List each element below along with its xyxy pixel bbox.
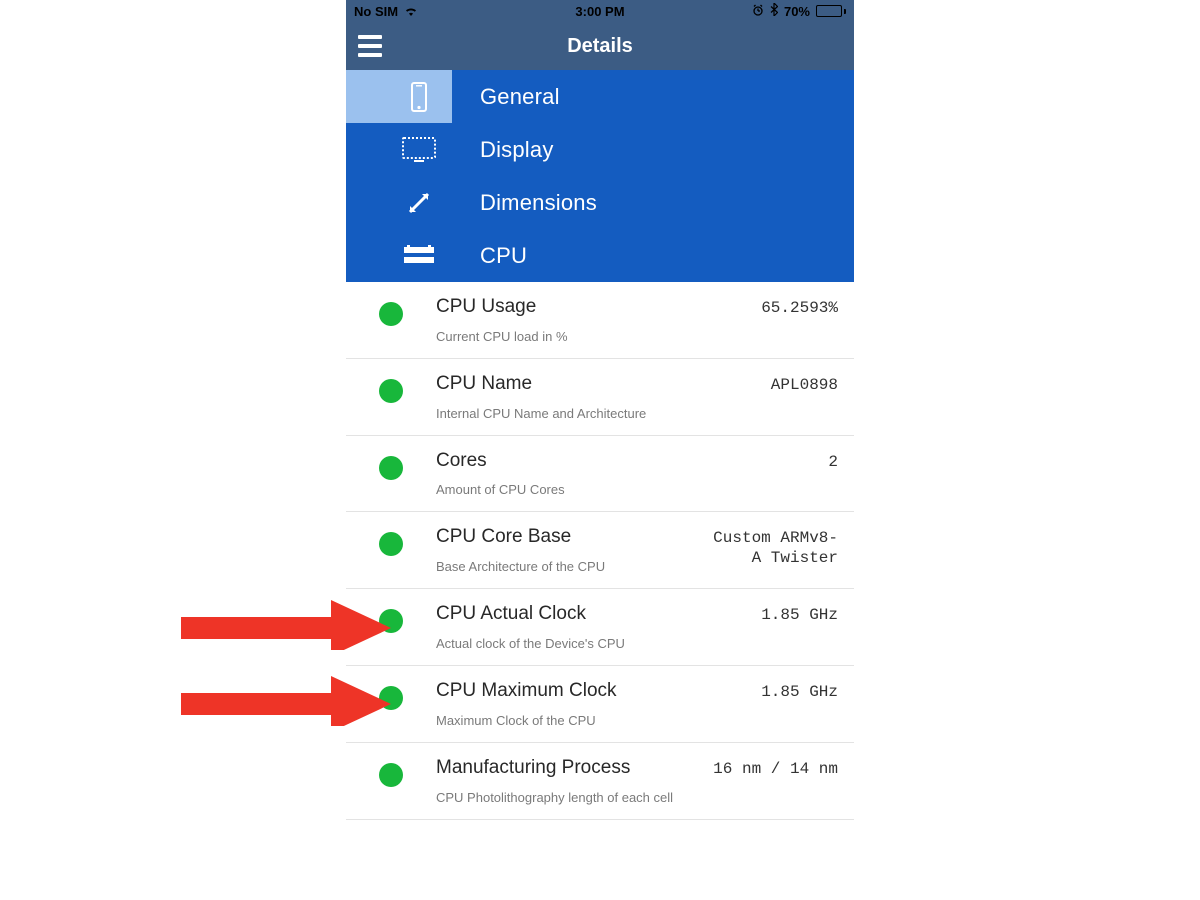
ios-status-bar: No SIM 3:00 PM (346, 0, 854, 22)
display-icon (346, 123, 452, 176)
menu-button[interactable] (346, 22, 394, 70)
section-tab[interactable]: CPU (386, 229, 854, 282)
hamburger-icon (358, 35, 382, 57)
detail-subtitle: CPU Photolithography length of each cell (436, 790, 688, 805)
status-dot-icon (379, 379, 403, 403)
detail-row[interactable]: CPU Core Base Base Architecture of the CP… (346, 512, 854, 589)
status-dot-icon (379, 763, 403, 787)
detail-value: APL0898 (688, 373, 838, 395)
phone-icon (346, 70, 452, 123)
app-screen: No SIM 3:00 PM (346, 0, 854, 820)
detail-title: CPU Usage (436, 296, 688, 319)
section-tabs: General Display Dimensions CPU (346, 70, 854, 282)
detail-subtitle: Maximum Clock of the CPU (436, 713, 688, 728)
cpu-icon (346, 229, 452, 282)
page-title: Details (567, 35, 633, 58)
detail-value: 2 (688, 450, 838, 472)
detail-title: CPU Name (436, 373, 688, 396)
annotation-arrow-icon (181, 600, 391, 650)
detail-value: 16 nm / 14 nm (688, 757, 838, 779)
detail-title: Cores (436, 450, 688, 473)
detail-row[interactable]: CPU Actual Clock Actual clock of the Devi… (346, 589, 854, 666)
detail-value: 65.2593% (688, 296, 838, 318)
status-dot-icon (379, 302, 403, 326)
clock-label: 3:00 PM (575, 4, 624, 19)
details-list: CPU UsageCurrent CPU load in %65.2593%CP… (346, 282, 854, 820)
detail-subtitle: Actual clock of the Device's CPU (436, 636, 688, 651)
detail-subtitle: Internal CPU Name and Architecture (436, 406, 688, 421)
status-dot-icon (379, 456, 403, 480)
alarm-icon (752, 4, 764, 19)
section-tab-label: CPU (452, 243, 527, 269)
annotation-arrow-icon (181, 676, 391, 726)
detail-value: Custom ARMv8- A Twister (688, 526, 838, 568)
section-tab[interactable]: General (386, 70, 854, 123)
detail-title: CPU Maximum Clock (436, 680, 688, 703)
detail-row[interactable]: CPU Name Internal CPU Name and Architectu… (346, 359, 854, 436)
section-tab-label: General (452, 84, 560, 110)
detail-title: CPU Core Base (436, 526, 688, 549)
bluetooth-icon (770, 3, 778, 19)
nav-header: Details (346, 22, 854, 70)
detail-title: Manufacturing Process (436, 757, 688, 780)
battery-percent-label: 70% (784, 4, 810, 19)
dimensions-icon (346, 176, 452, 229)
detail-value: 1.85 GHz (688, 603, 838, 625)
detail-row[interactable]: Manufacturing Process CPU Photolithograph… (346, 743, 854, 820)
detail-subtitle: Current CPU load in % (436, 329, 688, 344)
section-tab-label: Dimensions (452, 190, 597, 216)
carrier-label: No SIM (354, 4, 398, 19)
detail-subtitle: Amount of CPU Cores (436, 482, 688, 497)
detail-row[interactable]: CPU Maximum Clock Maximum Clock of the CP… (346, 666, 854, 743)
battery-icon (816, 5, 846, 17)
section-tab[interactable]: Display (386, 123, 854, 176)
section-tab[interactable]: Dimensions (386, 176, 854, 229)
section-tab-label: Display (452, 137, 554, 163)
detail-value: 1.85 GHz (688, 680, 838, 702)
detail-subtitle: Base Architecture of the CPU (436, 559, 688, 574)
status-dot-icon (379, 532, 403, 556)
detail-row[interactable]: Cores Amount of CPU Cores2 (346, 436, 854, 513)
wifi-icon (404, 6, 418, 17)
detail-row[interactable]: CPU Usage Current CPU load in %65.2593% (346, 282, 854, 359)
detail-title: CPU Actual Clock (436, 603, 688, 626)
